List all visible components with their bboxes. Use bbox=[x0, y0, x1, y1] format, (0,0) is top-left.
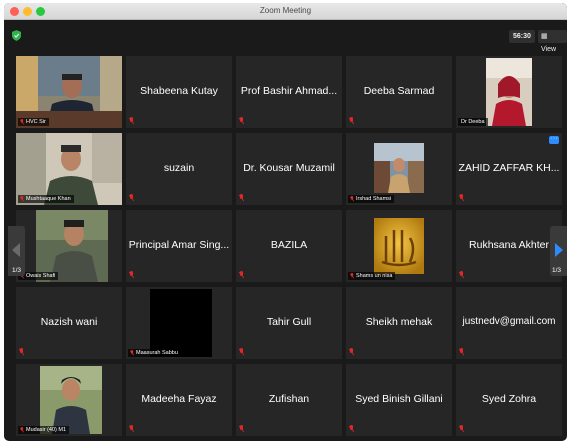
participant-tile-shabeena-kutay[interactable]: Shabeena Kutay bbox=[126, 56, 232, 128]
muted-mic-icon bbox=[459, 271, 464, 279]
title-bar: Zoom Meeting bbox=[4, 3, 567, 20]
participant-video bbox=[40, 366, 102, 434]
participant-tile-bazila[interactable]: BAZILA bbox=[236, 210, 342, 282]
muted-mic-icon bbox=[459, 425, 464, 433]
participant-tile-prof-bashir-ahmad[interactable]: Prof Bashir Ahmad... bbox=[236, 56, 342, 128]
muted-mic-icon bbox=[349, 117, 354, 125]
participant-name: Sheikh mehak bbox=[365, 316, 433, 328]
page-indicator-right: 1/3 bbox=[552, 267, 562, 274]
participant-tile-rukhsana-akhter[interactable]: Rukhsana Akhter bbox=[456, 210, 562, 282]
participant-tile-syed-binish-gillani[interactable]: Syed Binish Gillani bbox=[346, 364, 452, 436]
participant-tile-owais-shafi[interactable]: Owais Shafi bbox=[16, 210, 122, 282]
view-button-label: View bbox=[541, 46, 557, 53]
participant-name-label: Mudasir (40) M1 bbox=[18, 426, 70, 434]
muted-mic-icon bbox=[349, 425, 354, 433]
zoom-window: Zoom Meeting 56:30 ▦ View HVC Sir Shabee… bbox=[4, 3, 567, 441]
participant-name: Syed Binish Gillani bbox=[355, 393, 443, 405]
muted-mic-icon bbox=[20, 119, 24, 125]
participant-tile-shams-un-nisa[interactable]: Shams un nisa bbox=[346, 210, 452, 282]
meeting-timer: 56:30 bbox=[509, 30, 535, 43]
participant-tile-mudasir[interactable]: Mudasir (40) M1 bbox=[16, 364, 122, 436]
muted-mic-icon bbox=[129, 117, 134, 125]
muted-mic-icon bbox=[129, 194, 134, 202]
participant-name-label: Maasurah Sabbu bbox=[128, 349, 181, 357]
participant-name: Madeeha Fayaz bbox=[141, 393, 217, 405]
meeting-top-bar: 56:30 ▦ View bbox=[4, 20, 567, 55]
muted-mic-icon bbox=[129, 271, 134, 279]
page-indicator-left: 1/3 bbox=[12, 267, 22, 274]
participant-tile-hvc-sir[interactable]: HVC Sir bbox=[16, 56, 122, 128]
muted-mic-icon bbox=[239, 348, 244, 356]
participant-name: Deeba Sarmad bbox=[363, 85, 435, 97]
muted-mic-icon bbox=[239, 194, 244, 202]
participant-name-label: HVC Sir bbox=[18, 118, 49, 126]
muted-mic-icon bbox=[350, 273, 354, 279]
participant-name-label: Irshad Shamsi bbox=[348, 195, 395, 203]
muted-mic-icon bbox=[20, 427, 24, 433]
muted-mic-icon bbox=[130, 350, 134, 356]
participant-name: Dr. Kousar Muzamil bbox=[243, 162, 335, 174]
more-options-icon[interactable]: ··· bbox=[549, 135, 559, 144]
participant-name: Nazish wani bbox=[40, 316, 98, 328]
participant-tile-suzain[interactable]: suzain bbox=[126, 133, 232, 205]
participant-video bbox=[486, 58, 532, 126]
participant-name: Syed Zohra bbox=[481, 393, 537, 405]
muted-mic-icon bbox=[239, 425, 244, 433]
muted-mic-icon bbox=[459, 348, 464, 356]
shield-icon[interactable] bbox=[12, 30, 21, 41]
muted-mic-icon bbox=[459, 194, 464, 202]
participant-tile-irshad-shamsi[interactable]: Irshad Shamsi bbox=[346, 133, 452, 205]
participant-name: Prof Bashir Ahmad... bbox=[240, 85, 338, 97]
muted-mic-icon bbox=[129, 425, 134, 433]
participant-tile-tahir-gull[interactable]: Tahir Gull bbox=[236, 287, 342, 359]
participant-name: suzain bbox=[163, 162, 195, 174]
participant-tile-sheikh-mehak[interactable]: Sheikh mehak bbox=[346, 287, 452, 359]
chevron-right-icon bbox=[555, 243, 563, 257]
participant-video bbox=[150, 289, 212, 357]
participant-name: BAZILA bbox=[270, 239, 308, 251]
participant-name: Principal Amar Sing... bbox=[128, 239, 230, 251]
muted-mic-icon bbox=[239, 117, 244, 125]
muted-mic-icon bbox=[20, 196, 24, 202]
participant-name: Shabeena Kutay bbox=[140, 85, 218, 97]
participant-video bbox=[374, 143, 424, 193]
participant-tile-zahid-zaffar[interactable]: ··· ZAHID ZAFFAR KH... bbox=[456, 133, 562, 205]
participant-tile-dr-kousar-muzamil[interactable]: Dr. Kousar Muzamil bbox=[236, 133, 342, 205]
view-button[interactable]: ▦ View bbox=[538, 30, 567, 53]
participant-name: ZAHID ZAFFAR KH... bbox=[458, 162, 560, 174]
participant-tile-zufishan[interactable]: Zufishan bbox=[236, 364, 342, 436]
participant-tile-dr-deeba[interactable]: Dr Deeba bbox=[456, 56, 562, 128]
participant-name: Tahir Gull bbox=[266, 316, 312, 328]
muted-mic-icon bbox=[350, 196, 354, 202]
participant-tile-nazish-wani[interactable]: Nazish wani bbox=[16, 287, 122, 359]
participant-name-label: Shams un nisa bbox=[348, 272, 396, 280]
participant-name: justnedv@gmail.com bbox=[462, 316, 556, 327]
participant-name: Rukhsana Akhter bbox=[469, 239, 549, 251]
calligraphy-image bbox=[374, 218, 424, 274]
participant-tile-justnedv[interactable]: justnedv@gmail.com bbox=[456, 287, 562, 359]
participant-tile-syed-zohra[interactable]: Syed Zohra bbox=[456, 364, 562, 436]
participant-tile-principal-amar-singh[interactable]: Principal Amar Sing... bbox=[126, 210, 232, 282]
participant-tile-mushtaaque-khan[interactable]: Mushtaaque Khan bbox=[16, 133, 122, 205]
participant-tile-madeeha-fayaz[interactable]: Madeeha Fayaz bbox=[126, 364, 232, 436]
participant-name-label: Mushtaaque Khan bbox=[18, 195, 74, 203]
participant-name-label: Dr Deeba bbox=[458, 118, 488, 126]
muted-mic-icon bbox=[19, 348, 24, 356]
participant-tile-maasurah-sabbu[interactable]: Maasurah Sabbu bbox=[126, 287, 232, 359]
window-title: Zoom Meeting bbox=[259, 6, 312, 15]
participant-tile-deeba-sarmad[interactable]: Deeba Sarmad bbox=[346, 56, 452, 128]
grid-icon: ▦ bbox=[541, 33, 548, 40]
chevron-left-icon bbox=[12, 243, 20, 257]
participant-name: Zufishan bbox=[268, 393, 310, 405]
muted-mic-icon bbox=[349, 348, 354, 356]
muted-mic-icon bbox=[239, 271, 244, 279]
